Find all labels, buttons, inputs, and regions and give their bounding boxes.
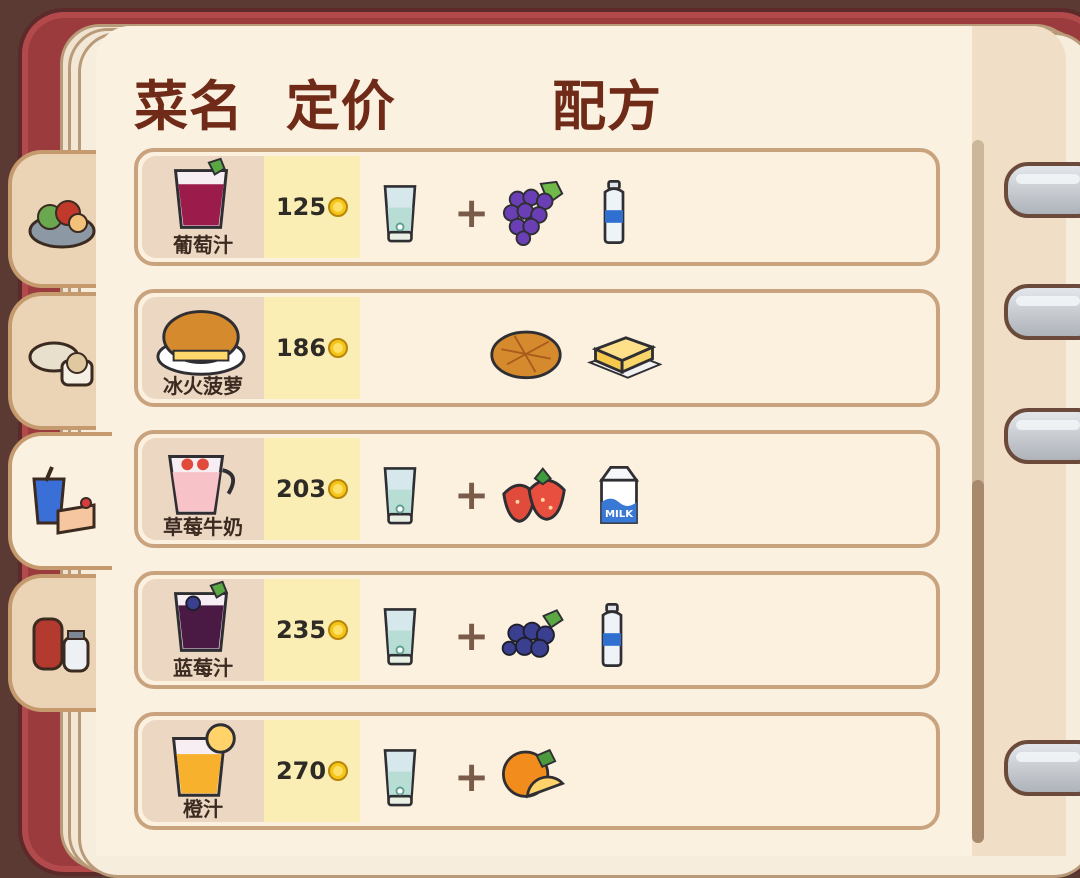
plus-icon: +: [454, 752, 490, 801]
coin-icon: [328, 761, 348, 781]
price-cell: 270: [264, 720, 360, 822]
coin-icon: [328, 338, 348, 358]
water-bottle-icon: [594, 602, 630, 668]
grape-icon: [496, 178, 574, 246]
pineapple-bun-icon: [488, 324, 564, 382]
plus-icon: +: [454, 470, 490, 519]
blender-icon: [378, 744, 422, 808]
dish-name: 橙汁: [183, 797, 223, 821]
orange-icon: [496, 745, 570, 807]
dish-name: 葡萄汁: [173, 233, 233, 257]
recipe-row[interactable]: 橙汁 270 +: [134, 712, 940, 830]
binder-ring: [1004, 284, 1080, 340]
dish-cell: 草莓牛奶: [142, 438, 264, 540]
binder-ring: [1004, 162, 1080, 218]
header-price: 定价: [285, 75, 396, 138]
dish-cell: 冰火菠萝: [142, 297, 264, 399]
strawberry-milk-icon: [167, 455, 236, 515]
recipe-row[interactable]: 葡萄汁 125 +: [134, 148, 940, 266]
header-dish-name: 菜名: [134, 75, 244, 138]
milk-carton-label: MILK: [605, 509, 634, 520]
blueberry-icon: [496, 606, 572, 664]
blender-icon: [378, 462, 422, 526]
price-value: 186: [275, 334, 327, 362]
milk-carton-icon: MILK: [596, 461, 642, 527]
pineapple-bun-icon: [156, 310, 246, 376]
orange-juice-icon: [171, 723, 236, 797]
coin-icon: [328, 197, 348, 217]
tab-drinks-desserts[interactable]: [8, 432, 112, 570]
dumpling-bowl-icon: [28, 341, 94, 387]
price-value: 125: [275, 193, 327, 221]
binder-ring: [1004, 408, 1080, 464]
dish-name: 蓝莓汁: [173, 656, 233, 680]
price-cell: 125: [264, 156, 360, 258]
dish-cell: 蓝莓汁: [142, 579, 264, 681]
header-recipe: 配方: [552, 75, 662, 138]
blender-icon: [378, 180, 422, 244]
blender-icon: [378, 603, 422, 667]
scrollbar-thumb[interactable]: [972, 480, 984, 843]
coin-icon: [328, 620, 348, 640]
coin-icon: [328, 479, 348, 499]
dish-name: 草莓牛奶: [163, 515, 243, 539]
price-value: 235: [275, 616, 327, 644]
dish-cell: 葡萄汁: [142, 156, 264, 258]
price-value: 203: [275, 475, 327, 503]
strawberry-icon: [496, 464, 574, 524]
water-bottle-icon: [596, 179, 632, 245]
price-cell: 235: [264, 579, 360, 681]
recipe-row[interactable]: 冰火菠萝 186: [134, 289, 940, 407]
dish-cell: 橙汁: [142, 720, 264, 822]
plus-icon: +: [454, 188, 490, 237]
recipe-row[interactable]: 草莓牛奶 203 + MILK: [134, 430, 940, 548]
drink-and-cake-icon: [32, 466, 96, 535]
price-cell: 203: [264, 438, 360, 540]
grape-juice-icon: [173, 157, 229, 229]
binder-ring: [1004, 740, 1080, 796]
price-value: 270: [275, 757, 327, 785]
salad-bowl-icon: [28, 200, 96, 249]
recipe-row[interactable]: 蓝莓汁 235 +: [134, 571, 940, 689]
dish-name: 冰火菠萝: [163, 374, 243, 398]
butter-icon: [586, 324, 662, 382]
blueberry-juice-icon: [173, 580, 229, 652]
price-cell: 186: [264, 297, 360, 399]
column-headers: 菜名 定价 配方: [134, 62, 661, 138]
condiment-bottles-icon: [32, 617, 90, 673]
plus-icon: +: [454, 611, 490, 660]
